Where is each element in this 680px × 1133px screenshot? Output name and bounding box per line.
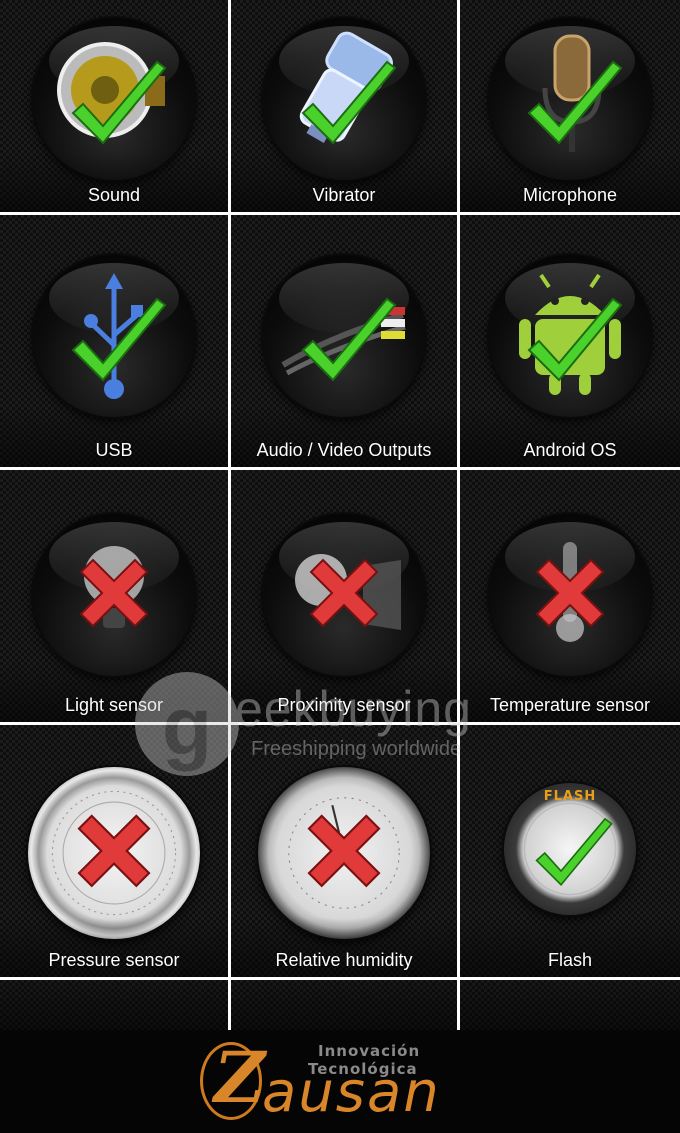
footer-banner: Z ausan Innovación Tecnológica bbox=[0, 1030, 680, 1133]
tile-usb[interactable]: USB bbox=[0, 215, 228, 467]
tile-pressure-sensor[interactable]: Pressure sensor bbox=[0, 725, 228, 977]
tile-flash[interactable]: FLASH Flash bbox=[460, 725, 680, 977]
orb bbox=[263, 514, 425, 676]
cross-icon bbox=[535, 558, 605, 628]
logo-tagline-1: Innovación bbox=[318, 1042, 421, 1060]
orb bbox=[263, 18, 425, 180]
check-icon bbox=[301, 297, 397, 382]
tile-label: Light sensor bbox=[64, 695, 164, 715]
tile-label: Audio / Video Outputs bbox=[256, 440, 432, 460]
tile-label: Vibrator bbox=[312, 185, 376, 205]
tile-label: Android OS bbox=[523, 440, 617, 460]
tile-partial[interactable] bbox=[231, 980, 457, 1030]
check-icon bbox=[527, 297, 623, 382]
logo-letter: Z bbox=[214, 1036, 266, 1119]
tile-partial[interactable] bbox=[0, 980, 228, 1030]
cross-icon bbox=[77, 814, 151, 888]
tile-light-sensor[interactable]: Light sensor bbox=[0, 470, 228, 722]
check-icon bbox=[71, 60, 167, 145]
cross-icon bbox=[309, 558, 379, 628]
orb bbox=[489, 18, 651, 180]
tile-vibrator[interactable]: Vibrator bbox=[231, 0, 457, 212]
orb bbox=[258, 767, 430, 939]
diagnostics-grid: Sound Vibrator Microphone USB Audio / Vi… bbox=[0, 0, 680, 1030]
tile-proximity-sensor[interactable]: Proximity sensor bbox=[231, 470, 457, 722]
logo-tagline-2: Tecnológica bbox=[308, 1060, 418, 1078]
tile-label: Sound bbox=[87, 185, 141, 205]
orb bbox=[33, 255, 195, 417]
tile-relative-humidity[interactable]: Relative humidity bbox=[231, 725, 457, 977]
orb bbox=[489, 514, 651, 676]
orb bbox=[33, 514, 195, 676]
tile-sound[interactable]: Sound bbox=[0, 0, 228, 212]
orb bbox=[28, 767, 200, 939]
tile-partial[interactable] bbox=[460, 980, 680, 1030]
orb bbox=[33, 18, 195, 180]
tile-audio-video-outputs[interactable]: Audio / Video Outputs bbox=[231, 215, 457, 467]
tile-label: Pressure sensor bbox=[48, 950, 180, 970]
orb bbox=[489, 255, 651, 417]
tile-label: Flash bbox=[547, 950, 592, 970]
tile-label: Temperature sensor bbox=[489, 695, 651, 715]
tile-microphone[interactable]: Microphone bbox=[460, 0, 680, 212]
check-icon bbox=[527, 60, 623, 145]
check-icon bbox=[301, 60, 397, 145]
tile-android-os[interactable]: Android OS bbox=[460, 215, 680, 467]
tile-label: Microphone bbox=[522, 185, 618, 205]
tile-temperature-sensor[interactable]: Temperature sensor bbox=[460, 470, 680, 722]
tile-label: Proximity sensor bbox=[277, 695, 411, 715]
cross-icon bbox=[307, 814, 381, 888]
tile-label: Relative humidity bbox=[275, 950, 413, 970]
orb bbox=[263, 255, 425, 417]
flash-badge: FLASH bbox=[543, 789, 597, 804]
cross-icon bbox=[79, 558, 149, 628]
check-icon bbox=[71, 297, 167, 382]
tile-label: USB bbox=[95, 440, 133, 460]
